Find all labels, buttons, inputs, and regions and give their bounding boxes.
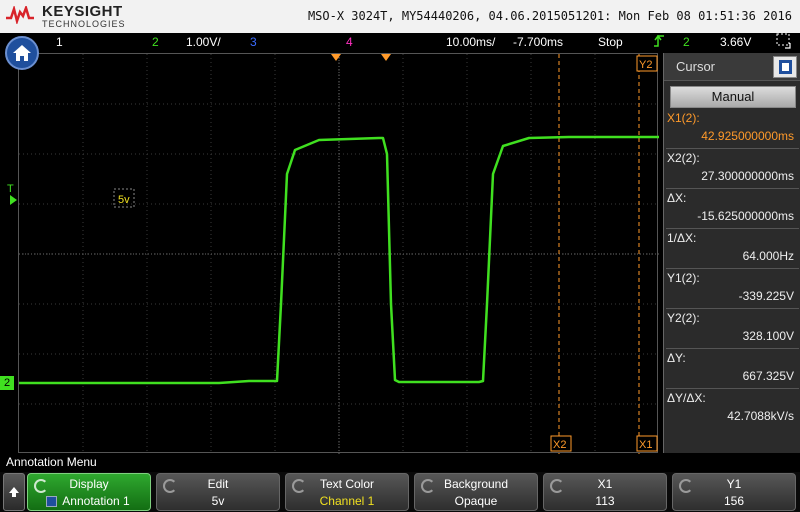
softkey-label: Edit xyxy=(207,477,229,491)
channel-4-indicator[interactable]: 4 xyxy=(346,35,353,49)
cursor-x2-tag[interactable]: X2 xyxy=(550,435,572,452)
softkey-label: Display xyxy=(69,477,109,491)
rising-edge-trigger-icon xyxy=(653,34,669,51)
softkey-label: Text Color xyxy=(319,477,375,491)
cursor-row-value: 64.000Hz xyxy=(742,249,794,263)
softkey-display[interactable]: Display Annotation 1 xyxy=(27,473,151,511)
softkey-background[interactable]: Background Opaque xyxy=(414,473,538,511)
cursor-row-label: 1/ΔX: xyxy=(667,231,697,245)
cursor-row-separator xyxy=(666,188,799,189)
cursor-row-separator xyxy=(666,148,799,149)
cursor-row-separator xyxy=(666,348,799,349)
timebase-scale[interactable]: 10.00ms/ xyxy=(446,35,495,49)
close-panel-icon xyxy=(779,60,792,74)
trigger-level-arrow-icon xyxy=(10,195,17,205)
cursor-row-value: 328.100V xyxy=(742,329,794,343)
channel-3-indicator[interactable]: 3 xyxy=(250,35,257,49)
cursor-row-label: Y1(2): xyxy=(667,271,700,285)
menu-title: Annotation Menu xyxy=(6,455,97,469)
softkey-value: 5v xyxy=(211,494,225,508)
softkey-label: Background xyxy=(443,477,509,491)
cursor-row-value: 667.325V xyxy=(742,369,794,383)
softkey-value: 156 xyxy=(723,494,745,508)
status-bar: 1 2 1.00V/ 3 4 10.00ms/ -7.700ms Stop 2 … xyxy=(0,33,800,51)
cursor-row-separator xyxy=(666,388,799,389)
keysight-logo: KEYSIGHT TECHNOLOGIES xyxy=(6,3,126,30)
softkey-value: 113 xyxy=(595,494,615,508)
trigger-level-marker[interactable]: T xyxy=(7,183,14,195)
run-state: Stop xyxy=(598,35,623,49)
softkey-value: Opaque xyxy=(454,494,498,508)
svg-text:X2: X2 xyxy=(553,439,566,451)
brand-name: KEYSIGHT xyxy=(42,3,123,20)
svg-text:Y2: Y2 xyxy=(639,59,652,71)
home-icon xyxy=(13,45,31,61)
cursor-row-label: ΔY/ΔX: xyxy=(667,391,706,405)
waveform-display[interactable]: 5v X2 X1 Y2 xyxy=(18,53,659,454)
channel-2-indicator[interactable]: 2 xyxy=(152,35,159,49)
cursor-row-separator xyxy=(666,308,799,309)
close-panel-button[interactable] xyxy=(773,56,797,78)
channel-2-scale[interactable]: 1.00V/ xyxy=(186,35,221,49)
waveform-graticule: 5v X2 X1 Y2 xyxy=(19,54,659,454)
cursor-row-separator xyxy=(666,268,799,269)
cursor-row-separator xyxy=(666,228,799,229)
keysight-wave-icon xyxy=(6,6,34,24)
cursor-panel-header: Cursor xyxy=(664,53,800,81)
annotation-text: 5v xyxy=(118,194,130,206)
softkey-value: Channel 1 xyxy=(319,494,375,508)
cursor-row-value: 27.300000000ms xyxy=(701,169,794,183)
softkey-text-color[interactable]: Text Color Channel 1 xyxy=(285,473,409,511)
cursor-row-label: X1(2): xyxy=(667,111,700,125)
trigger-level[interactable]: 3.66V xyxy=(720,35,751,49)
cursor-row-value: 42.7088kV/s xyxy=(727,409,794,423)
cursor-row-value: 42.925000000ms xyxy=(701,129,794,143)
channel-1-indicator[interactable]: 1 xyxy=(56,35,63,49)
fullscreen-icon[interactable] xyxy=(776,33,792,52)
back-button[interactable] xyxy=(3,473,25,511)
time-delay[interactable]: -7.700ms xyxy=(513,35,563,49)
softkey-x1[interactable]: X1 113 xyxy=(543,473,667,511)
cursor-y2-tag[interactable]: Y2 xyxy=(636,55,658,72)
cursor-x1-tag[interactable]: X1 xyxy=(636,435,658,452)
svg-text:X1: X1 xyxy=(639,439,652,451)
cursor-panel-title: Cursor xyxy=(676,59,716,74)
cursor-row-label: X2(2): xyxy=(667,151,700,165)
brand-subtitle: TECHNOLOGIES xyxy=(42,19,126,29)
trigger-source[interactable]: 2 xyxy=(683,35,690,49)
cursor-row-value: -339.225V xyxy=(738,289,794,303)
softkey-label: X1 xyxy=(597,477,613,491)
cursor-row-label: ΔY: xyxy=(667,351,686,365)
up-arrow-icon xyxy=(9,487,19,497)
softkey-y1[interactable]: Y1 156 xyxy=(672,473,796,511)
instrument-title: MSO-X 3024T, MY54440206, 04.06.201505120… xyxy=(307,9,792,23)
softkey-value: Annotation 1 xyxy=(62,494,130,508)
title-bar: KEYSIGHT TECHNOLOGIES MSO-X 3024T, MY544… xyxy=(0,0,800,33)
softkey-label: Y1 xyxy=(726,477,742,491)
cursor-panel: Cursor Manual X1(2): 42.925000000ms X2(2):… xyxy=(663,53,800,453)
channel-2-ground-marker[interactable]: 2 xyxy=(0,376,14,390)
cursor-mode-button[interactable]: Manual xyxy=(670,86,796,108)
softkey-edit[interactable]: Edit 5v xyxy=(156,473,280,511)
cursor-row-value: -15.625000000ms xyxy=(697,209,794,223)
home-button[interactable] xyxy=(5,36,39,70)
cursor-row-label: ΔX: xyxy=(667,191,687,205)
softkey-bar: Display Annotation 1 Edit 5v Text Color Chann… xyxy=(0,472,800,512)
time-reference-marker xyxy=(381,54,391,61)
cursor-row-label: Y2(2): xyxy=(667,311,700,325)
